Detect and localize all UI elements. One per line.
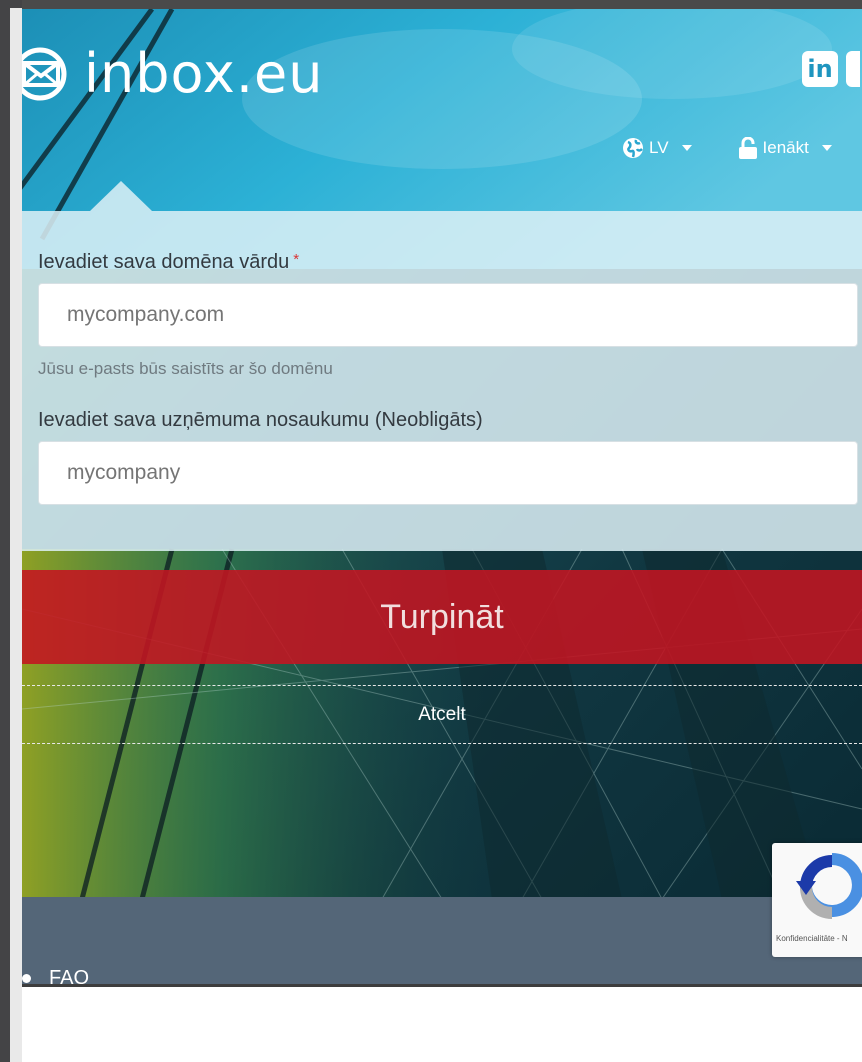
continue-button[interactable]: Turpināt — [22, 570, 862, 664]
recaptcha-badge[interactable]: Konfidencialitāte - N — [772, 843, 862, 957]
globe-icon — [623, 138, 643, 158]
domain-help-text: Jūsu e-pasts būs saistīts ar šo domēnu — [38, 359, 333, 378]
company-label: Ievadiet sava uzņēmuma nosaukumu (Neobli… — [38, 409, 483, 431]
social-icon[interactable] — [846, 51, 860, 87]
domain-input[interactable] — [38, 283, 858, 347]
company-input[interactable] — [38, 441, 858, 505]
social-links: in — [802, 51, 860, 87]
language-selector[interactable]: LV — [622, 137, 692, 159]
faq-link[interactable]: FAQ — [49, 967, 89, 984]
required-mark: * — [293, 251, 300, 268]
footer-faq-item: FAQ — [22, 967, 89, 984]
header-nav: LV Ienākt — [622, 137, 832, 159]
chevron-down-icon — [681, 145, 692, 151]
language-label: LV — [649, 138, 669, 157]
form-notch — [90, 181, 152, 211]
footer — [22, 897, 862, 984]
cancel-row: Atcelt — [22, 685, 862, 744]
recaptcha-icon — [796, 853, 862, 919]
logo[interactable]: inbox.eu — [22, 39, 323, 109]
recaptcha-privacy-text[interactable]: Konfidencialitāte - N — [776, 934, 848, 943]
domain-label-text: Ievadiet sava domēna vārdu — [38, 251, 290, 273]
login-dropdown[interactable]: Ienākt — [738, 137, 832, 159]
domain-label: Ievadiet sava domēna vārdu * — [38, 251, 299, 274]
logo-text: inbox.eu — [84, 42, 324, 105]
window-top-border — [0, 0, 862, 9]
bullet-icon — [22, 974, 31, 983]
site-header: inbox.eu in LV Ienākt — [22, 9, 862, 209]
unlock-icon — [738, 137, 757, 159]
chevron-down-icon — [821, 145, 832, 151]
cancel-link[interactable]: Atcelt — [418, 704, 466, 726]
window-left-border — [0, 0, 22, 1062]
envelope-logo-icon — [22, 47, 67, 101]
bottom-blank-area — [22, 984, 862, 1062]
linkedin-icon[interactable]: in — [802, 51, 838, 87]
page: inbox.eu in LV Ienākt Ievadiet sava domē… — [22, 9, 862, 984]
login-label: Ienākt — [762, 138, 809, 157]
